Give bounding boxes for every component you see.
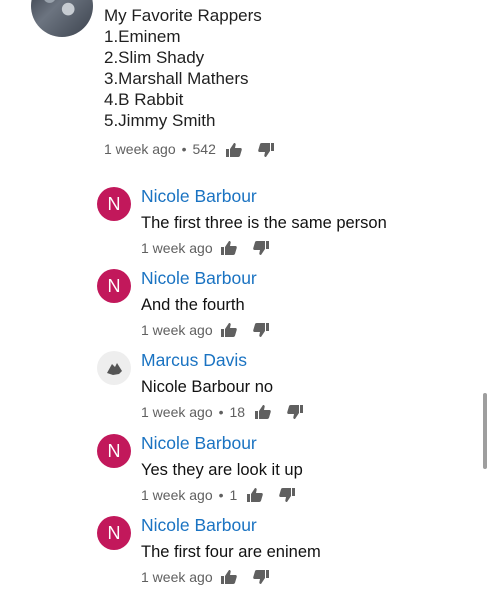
avatar[interactable]: N bbox=[97, 516, 131, 550]
reply-meta: 1 week ago bbox=[141, 569, 269, 585]
reply-meta: 1 week ago bbox=[141, 240, 269, 256]
thumbs-down-icon[interactable] bbox=[279, 488, 296, 502]
thumbs-up-icon[interactable] bbox=[220, 241, 237, 255]
author-name[interactable]: Nicole Barbour bbox=[141, 515, 257, 536]
timestamp: 1 week ago bbox=[141, 322, 213, 338]
author-name[interactable]: Marcus Davis bbox=[141, 350, 247, 371]
author-name[interactable]: Nicole Barbour bbox=[141, 186, 257, 207]
meta-separator: • bbox=[218, 404, 224, 420]
reply-text: Nicole Barbour no bbox=[141, 378, 274, 396]
meta-separator: • bbox=[218, 487, 224, 503]
timestamp: 1 week ago bbox=[141, 240, 213, 256]
avatar[interactable] bbox=[97, 351, 131, 385]
like-count: 542 bbox=[192, 141, 216, 157]
thumbs-down-icon[interactable] bbox=[287, 405, 304, 419]
timestamp: 1 week ago bbox=[141, 487, 213, 503]
reply-item: N Nicole Barbour The first three is the … bbox=[0, 186, 490, 266]
thumbs-up-icon[interactable] bbox=[220, 323, 237, 337]
reply-meta: 1 week ago bbox=[141, 322, 269, 338]
comment-line: My Favorite Rappers bbox=[104, 6, 262, 25]
avatar[interactable]: N bbox=[97, 434, 131, 468]
author-name[interactable]: Nicole Barbour bbox=[141, 433, 257, 454]
comment-line: 1.Eminem bbox=[104, 27, 181, 46]
timestamp: 1 week ago bbox=[141, 404, 213, 420]
thumbs-up-icon[interactable] bbox=[220, 570, 237, 584]
reply-text: Yes they are look it up bbox=[141, 461, 303, 479]
avatar-drawing-icon bbox=[107, 363, 122, 375]
like-count: 18 bbox=[229, 404, 246, 420]
reply-item: N Nicole Barbour Yes they are look it up… bbox=[0, 433, 490, 513]
comment-line: 3.Marshall Mathers bbox=[104, 69, 249, 88]
reply-item: Marcus Davis Nicole Barbour no 1 week ag… bbox=[0, 350, 490, 430]
thumbs-down-icon[interactable] bbox=[252, 570, 269, 584]
timestamp: 1 week ago bbox=[104, 141, 176, 157]
thumbs-up-icon[interactable] bbox=[225, 142, 242, 157]
reply-text: The first three is the same person bbox=[141, 214, 387, 232]
reply-text: And the fourth bbox=[141, 296, 245, 314]
comment-line: 2.Slim Shady bbox=[104, 48, 205, 67]
comment-meta: 1 week ago • 542 bbox=[104, 139, 274, 160]
comment-line: 5.Jimmy Smith bbox=[104, 111, 216, 130]
comment-body: My Favorite Rappers 1.Eminem 2.Slim Shad… bbox=[104, 5, 274, 160]
reply-meta: 1 week ago • 18 bbox=[141, 404, 304, 420]
thumbs-down-icon[interactable] bbox=[252, 323, 269, 337]
avatar[interactable]: N bbox=[97, 269, 131, 303]
reply-item: N Nicole Barbour The first four are enin… bbox=[0, 515, 490, 595]
thumbs-down-icon[interactable] bbox=[258, 142, 274, 157]
thumbs-down-icon[interactable] bbox=[252, 241, 269, 255]
timestamp: 1 week ago bbox=[141, 569, 213, 585]
reply-text: The first four are eninem bbox=[141, 543, 321, 561]
like-count: 1 bbox=[229, 487, 238, 503]
avatar[interactable] bbox=[31, 0, 93, 37]
author-name[interactable]: Nicole Barbour bbox=[141, 268, 257, 289]
thumbs-up-icon[interactable] bbox=[255, 405, 271, 419]
meta-separator: • bbox=[181, 141, 187, 157]
scrollbar[interactable] bbox=[483, 393, 487, 469]
avatar[interactable]: N bbox=[97, 187, 131, 221]
reply-meta: 1 week ago • 1 bbox=[141, 487, 296, 503]
reply-item: N Nicole Barbour And the fourth 1 week a… bbox=[0, 268, 490, 348]
comment-line: 4.B Rabbit bbox=[104, 90, 184, 109]
thumbs-up-icon[interactable] bbox=[247, 488, 264, 502]
